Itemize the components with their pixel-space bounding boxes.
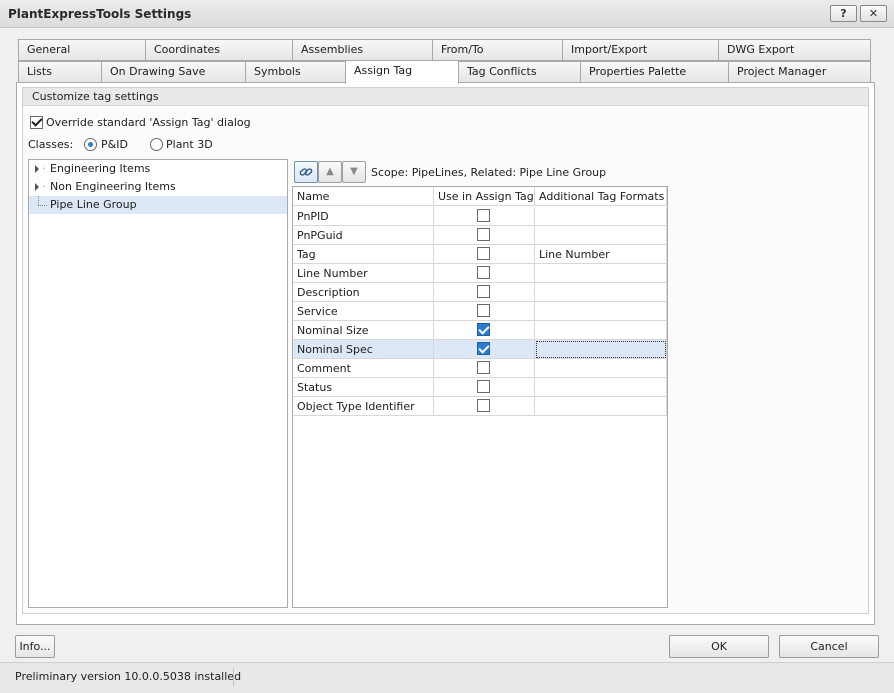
tab-assign-tag[interactable]: Assign Tag (345, 60, 459, 84)
grid-cell-format[interactable] (535, 264, 667, 283)
grid-cell-format[interactable]: Line Number (535, 245, 667, 264)
move-up-button[interactable]: ▲ (318, 161, 342, 183)
use-in-assign-tag-checkbox[interactable] (477, 247, 490, 260)
override-checkbox[interactable] (30, 116, 43, 129)
radio-pid-label: P&ID (101, 138, 128, 151)
grid-cell-name: Tag (293, 245, 434, 264)
grid-cell-name: Status (293, 378, 434, 397)
tree-connector: · (42, 180, 46, 193)
tree-item-engineering-items[interactable]: · Engineering Items (29, 160, 287, 178)
grid-cell-use (434, 207, 535, 226)
grid-cell-use (434, 397, 535, 416)
tab-general[interactable]: General (18, 39, 146, 61)
grid-cell-use (434, 245, 535, 264)
tree-connector: · (42, 162, 46, 175)
tree-item-non-engineering-items[interactable]: · Non Engineering Items (29, 178, 287, 196)
move-down-button[interactable]: ▼ (342, 161, 366, 183)
grid-cell-use (434, 378, 535, 397)
use-in-assign-tag-checkbox[interactable] (477, 323, 490, 336)
tab-from-to[interactable]: From/To (432, 39, 563, 61)
arrow-up-icon: ▲ (326, 166, 334, 177)
grid-cell-format[interactable] (535, 226, 667, 245)
status-bar: Preliminary version 10.0.0.5038 installe… (0, 662, 894, 693)
tree-item-label: Pipe Line Group (50, 198, 137, 211)
link-icon (299, 168, 313, 176)
tab-properties-palette[interactable]: Properties Palette (580, 61, 729, 83)
arrow-down-icon: ▼ (350, 166, 358, 177)
window-title: PlantExpressTools Settings (8, 7, 192, 21)
tree-line (38, 205, 47, 206)
grid-cell-name: Service (293, 302, 434, 321)
tab-lists[interactable]: Lists (18, 61, 102, 83)
use-in-assign-tag-checkbox[interactable] (477, 285, 490, 298)
grid-cell-name: Object Type Identifier (293, 397, 434, 416)
grid-cell-format[interactable] (535, 359, 667, 378)
grid-cell-use (434, 226, 535, 245)
use-in-assign-tag-checkbox[interactable] (477, 399, 490, 412)
use-in-assign-tag-checkbox[interactable] (477, 266, 490, 279)
grid-cell-format[interactable] (535, 378, 667, 397)
tab-project-manager[interactable]: Project Manager (728, 61, 871, 83)
grid-cell-use (434, 340, 535, 359)
grid-cell-use (434, 302, 535, 321)
grid-cell-name: PnPGuid (293, 226, 434, 245)
grid-cell-format[interactable] (535, 207, 667, 226)
grid-cell-name: Line Number (293, 264, 434, 283)
tab-import-export[interactable]: Import/Export (562, 39, 719, 61)
grid-cell-use (434, 264, 535, 283)
grid-cell-use (434, 321, 535, 340)
help-button[interactable]: ? (830, 5, 857, 22)
group-caption: Customize tag settings (23, 88, 868, 106)
status-divider (233, 668, 234, 686)
tab-symbols[interactable]: Symbols (245, 61, 346, 83)
column-header-formats[interactable]: Additional Tag Formats (535, 187, 667, 206)
use-in-assign-tag-checkbox[interactable] (477, 380, 490, 393)
tab-assemblies[interactable]: Assemblies (292, 39, 433, 61)
tab-on-drawing-save[interactable]: On Drawing Save (101, 61, 246, 83)
class-tree: · Engineering Items · Non Engineering It… (28, 159, 288, 608)
expand-icon[interactable] (35, 183, 39, 191)
override-label: Override standard 'Assign Tag' dialog (46, 116, 251, 129)
close-button[interactable]: ✕ (860, 5, 887, 22)
radio-plant3d-label: Plant 3D (166, 138, 213, 151)
use-in-assign-tag-checkbox[interactable] (477, 361, 490, 374)
tree-item-pipe-line-group[interactable]: Pipe Line Group (29, 196, 287, 214)
grid-cell-format[interactable] (535, 283, 667, 302)
tree-item-label: Engineering Items (50, 162, 151, 175)
grid-cell-format[interactable] (535, 302, 667, 321)
tree-line (38, 196, 39, 205)
grid-cell-use (434, 283, 535, 302)
radio-plant3d[interactable] (150, 138, 163, 151)
grid-cell-name: Comment (293, 359, 434, 378)
use-in-assign-tag-checkbox[interactable] (477, 342, 490, 355)
tab-tag-conflicts[interactable]: Tag Conflicts (458, 61, 581, 83)
grid-cell-format[interactable] (535, 340, 667, 359)
use-in-assign-tag-checkbox[interactable] (477, 209, 490, 222)
status-text: Preliminary version 10.0.0.5038 installe… (15, 670, 242, 683)
title-bar: PlantExpressTools Settings ? ✕ (0, 0, 894, 28)
grid-cell-name: Nominal Size (293, 321, 434, 340)
ok-button[interactable]: OK (669, 635, 769, 658)
expand-icon[interactable] (35, 165, 39, 173)
tab-dwg-export[interactable]: DWG Export (718, 39, 871, 61)
use-in-assign-tag-checkbox[interactable] (477, 228, 490, 241)
scope-label: Scope: PipeLines, Related: Pipe Line Gro… (371, 166, 607, 179)
properties-grid: Name Use in Assign Tag Additional Tag Fo… (292, 186, 668, 608)
grid-cell-name: Nominal Spec (293, 340, 434, 359)
cancel-button[interactable]: Cancel (779, 635, 879, 658)
radio-pid[interactable] (84, 138, 97, 151)
column-header-use[interactable]: Use in Assign Tag (434, 187, 535, 206)
use-in-assign-tag-checkbox[interactable] (477, 304, 490, 317)
grid-cell-use (434, 359, 535, 378)
link-button[interactable] (294, 161, 318, 183)
grid-cell-name: PnPID (293, 207, 434, 226)
grid-cell-format[interactable] (535, 397, 667, 416)
tab-coordinates[interactable]: Coordinates (145, 39, 293, 61)
grid-cell-format[interactable] (535, 321, 667, 340)
grid-cell-name: Description (293, 283, 434, 302)
tree-item-label: Non Engineering Items (50, 180, 176, 193)
column-header-name[interactable]: Name (293, 187, 434, 206)
classes-label: Classes: (28, 138, 74, 151)
info-button[interactable]: Info... (15, 635, 55, 658)
